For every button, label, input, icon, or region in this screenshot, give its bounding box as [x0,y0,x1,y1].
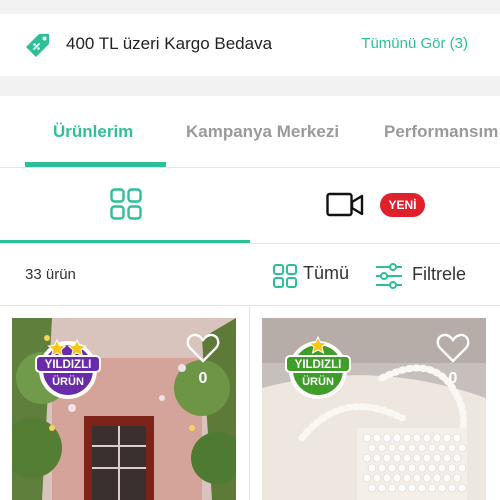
like-count: 0 [198,370,208,387]
tab-urunlerim[interactable]: Ürünlerim [53,122,133,142]
tab-kampanya-merkezi[interactable]: Kampanya Merkezi [186,122,339,142]
like-count: 0 [448,370,458,387]
tab-performansim[interactable]: Performansım [384,122,498,142]
starred-product-badge-icon: YILDIZLI ÜRÜN [285,335,351,399]
price-tag-icon [26,34,49,57]
shipping-promo-bar[interactable]: 400 TL üzeri Kargo Bedava Tümünü Gör (3) [0,14,500,76]
grid-icon[interactable] [110,188,142,220]
view-switcher [0,168,500,243]
badge-line2-text: ÜRÜN [52,375,84,388]
filter-row: 33 ürün Tümü Filtrele [0,243,500,305]
badge-line2-text: ÜRÜN [302,375,334,388]
video-camera-icon[interactable] [326,192,364,218]
sliders-icon[interactable] [375,263,403,289]
badge-line1-text: YILDIZLI [295,359,342,371]
badge-line1-text: YILDIZLI [45,359,92,371]
active-tab-indicator [25,162,166,167]
grid-divider [249,305,250,500]
filter-button[interactable]: Filtrele [412,264,466,285]
promo-text: 400 TL üzeri Kargo Bedava [66,34,273,53]
see-all-link[interactable]: Tümünü Gör (3) [361,35,468,52]
seller-app-screen: 400 TL üzeri Kargo Bedava Tümünü Gör (3)… [0,0,500,500]
tab-bar: Ürünlerim Kampanya Merkezi Performansım [0,96,500,168]
heart-icon[interactable] [186,332,220,364]
all-filter-button[interactable]: Tümü [303,263,349,284]
grid-small-icon[interactable] [273,264,297,288]
product-count: 33 ürün [25,266,76,283]
new-badge: YENİ [380,193,425,217]
starred-product-badge-icon: YILDIZLI ÜRÜN [35,338,101,399]
heart-icon[interactable] [436,332,470,364]
